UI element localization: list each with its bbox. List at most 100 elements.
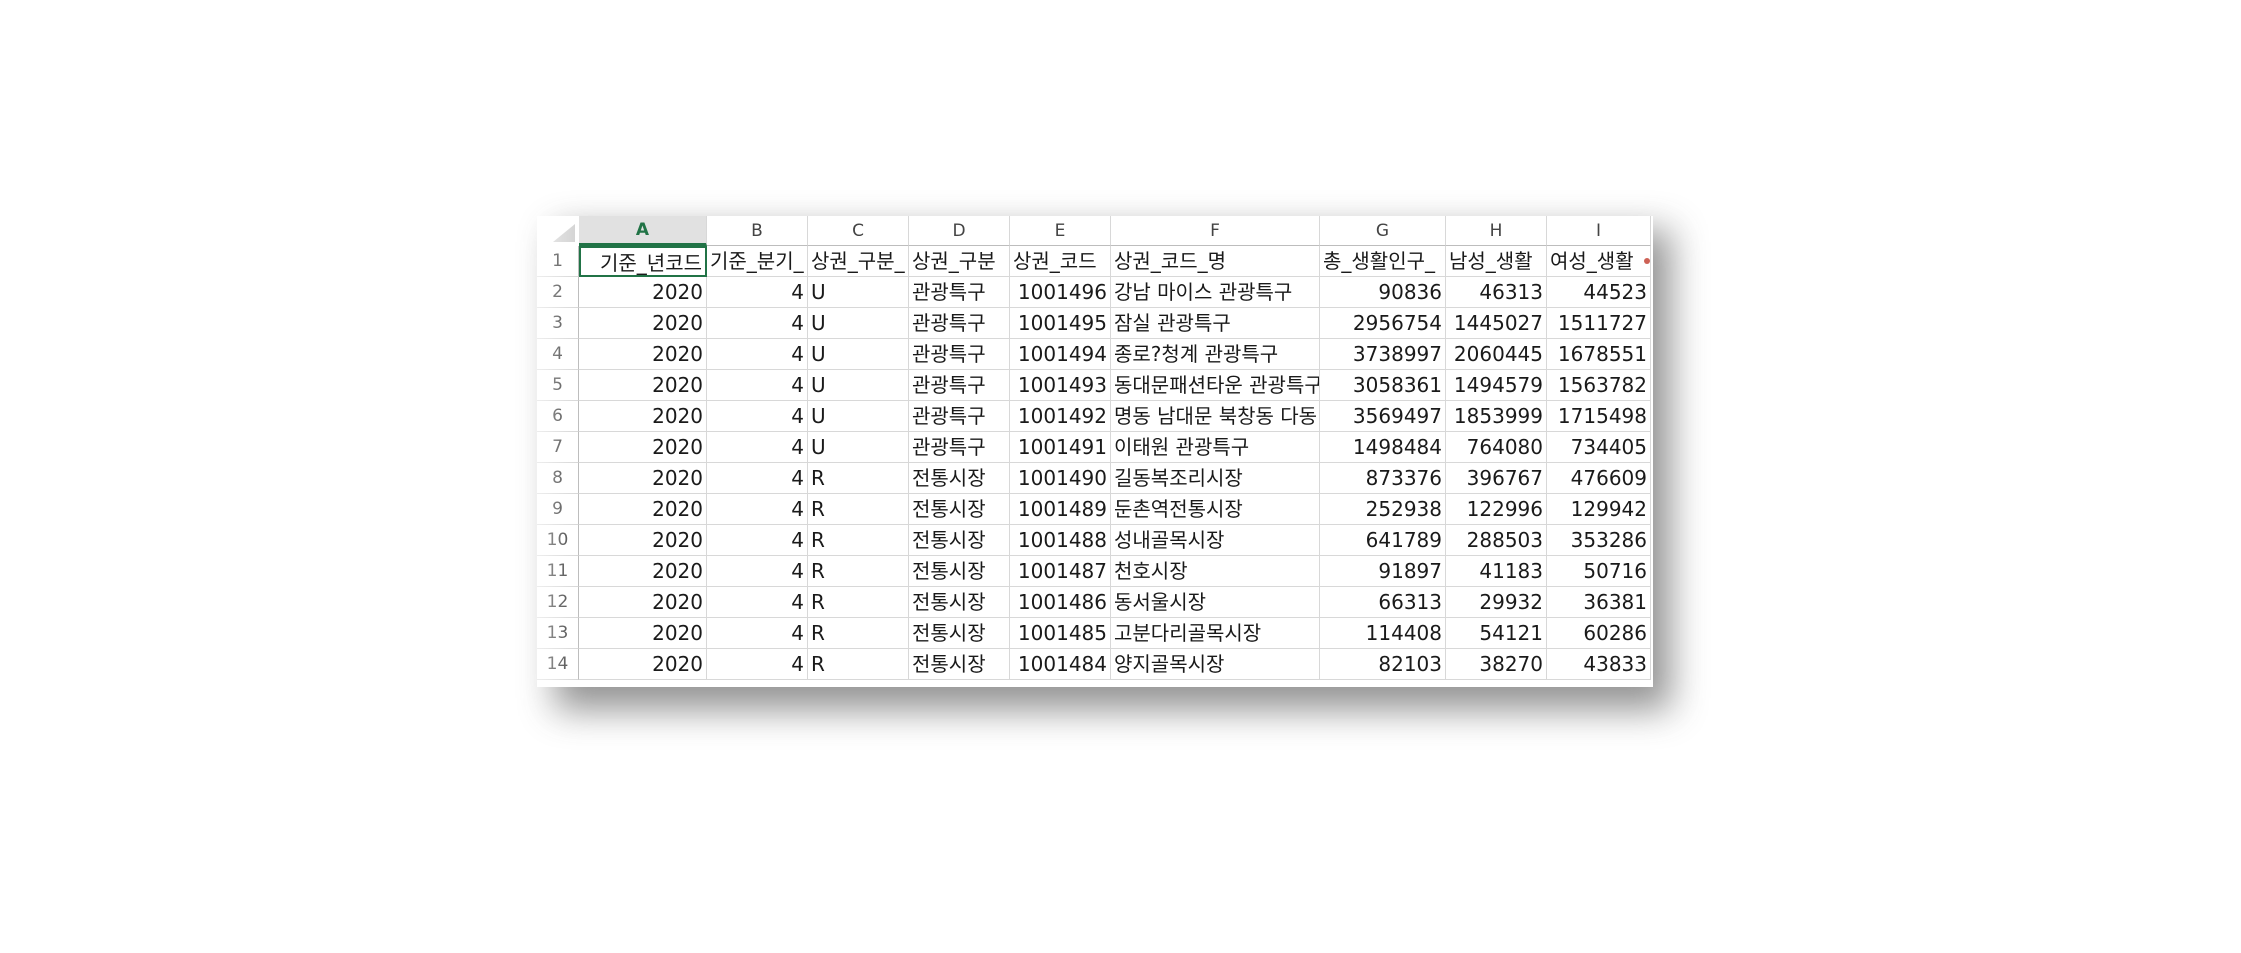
cell-b8[interactable]: 4 [707, 463, 808, 494]
cell-a4[interactable]: 2020 [579, 339, 707, 370]
cell-i4[interactable]: 1678551 [1547, 339, 1651, 370]
select-all-corner[interactable] [537, 216, 579, 246]
cell-f12[interactable]: 동서울시장 [1111, 587, 1320, 618]
column-header-f[interactable]: F [1111, 216, 1320, 246]
header-cell-e[interactable]: 상권_코드 [1010, 246, 1111, 277]
cell-g3[interactable]: 2956754 [1320, 308, 1446, 339]
cell-e4[interactable]: 1001494 [1010, 339, 1111, 370]
cell-i11[interactable]: 50716 [1547, 556, 1651, 587]
cell-c10[interactable]: R [808, 525, 909, 556]
header-cell-a[interactable]: 기준_년코드 [579, 246, 707, 277]
header-cell-f[interactable]: 상권_코드_명 [1111, 246, 1320, 277]
cell-f8[interactable]: 길동복조리시장 [1111, 463, 1320, 494]
row-header-4[interactable]: 4 [537, 339, 579, 370]
cell-i5[interactable]: 1563782 [1547, 370, 1651, 401]
row-header-14[interactable]: 14 [537, 649, 579, 680]
cell-g7[interactable]: 1498484 [1320, 432, 1446, 463]
cell-f5[interactable]: 동대문패션타운 관광특구 [1111, 370, 1320, 401]
row-header-11[interactable]: 11 [537, 556, 579, 587]
cell-d3[interactable]: 관광특구 [909, 308, 1010, 339]
row-header-12[interactable]: 12 [537, 587, 579, 618]
cell-e9[interactable]: 1001489 [1010, 494, 1111, 525]
row-header-5[interactable]: 5 [537, 370, 579, 401]
cell-i9[interactable]: 129942 [1547, 494, 1651, 525]
cell-c2[interactable]: U [808, 277, 909, 308]
cell-e8[interactable]: 1001490 [1010, 463, 1111, 494]
cell-f10[interactable]: 성내골목시장 [1111, 525, 1320, 556]
cell-h9[interactable]: 122996 [1446, 494, 1547, 525]
row-header-10[interactable]: 10 [537, 525, 579, 556]
column-header-e[interactable]: E [1010, 216, 1111, 246]
cell-f2[interactable]: 강남 마이스 관광특구 [1111, 277, 1320, 308]
cell-g14[interactable]: 82103 [1320, 649, 1446, 680]
row-header-9[interactable]: 9 [537, 494, 579, 525]
column-header-a[interactable]: A [579, 216, 707, 246]
cell-a7[interactable]: 2020 [579, 432, 707, 463]
cell-b14[interactable]: 4 [707, 649, 808, 680]
cell-c4[interactable]: U [808, 339, 909, 370]
cell-h2[interactable]: 46313 [1446, 277, 1547, 308]
cell-i3[interactable]: 1511727 [1547, 308, 1651, 339]
cell-h12[interactable]: 29932 [1446, 587, 1547, 618]
cell-c12[interactable]: R [808, 587, 909, 618]
cell-b6[interactable]: 4 [707, 401, 808, 432]
cell-i12[interactable]: 36381 [1547, 587, 1651, 618]
cell-b11[interactable]: 4 [707, 556, 808, 587]
cell-e6[interactable]: 1001492 [1010, 401, 1111, 432]
cell-a3[interactable]: 2020 [579, 308, 707, 339]
cell-d8[interactable]: 전통시장 [909, 463, 1010, 494]
cell-e11[interactable]: 1001487 [1010, 556, 1111, 587]
cell-d6[interactable]: 관광특구 [909, 401, 1010, 432]
cell-g4[interactable]: 3738997 [1320, 339, 1446, 370]
cell-i10[interactable]: 353286 [1547, 525, 1651, 556]
cell-a2[interactable]: 2020 [579, 277, 707, 308]
cell-i7[interactable]: 734405 [1547, 432, 1651, 463]
cell-d12[interactable]: 전통시장 [909, 587, 1010, 618]
cell-f3[interactable]: 잠실 관광특구 [1111, 308, 1320, 339]
cell-f14[interactable]: 양지골목시장 [1111, 649, 1320, 680]
cell-d11[interactable]: 전통시장 [909, 556, 1010, 587]
cell-c11[interactable]: R [808, 556, 909, 587]
cell-c6[interactable]: U [808, 401, 909, 432]
cell-e14[interactable]: 1001484 [1010, 649, 1111, 680]
cell-d10[interactable]: 전통시장 [909, 525, 1010, 556]
cell-c3[interactable]: U [808, 308, 909, 339]
header-cell-i[interactable]: 여성_생활 [1547, 246, 1651, 277]
cell-h14[interactable]: 38270 [1446, 649, 1547, 680]
cell-g12[interactable]: 66313 [1320, 587, 1446, 618]
cell-a14[interactable]: 2020 [579, 649, 707, 680]
cell-e5[interactable]: 1001493 [1010, 370, 1111, 401]
row-header-7[interactable]: 7 [537, 432, 579, 463]
cell-b9[interactable]: 4 [707, 494, 808, 525]
cell-a12[interactable]: 2020 [579, 587, 707, 618]
cell-c7[interactable]: U [808, 432, 909, 463]
cell-i13[interactable]: 60286 [1547, 618, 1651, 649]
cell-c14[interactable]: R [808, 649, 909, 680]
cell-d5[interactable]: 관광특구 [909, 370, 1010, 401]
cell-e7[interactable]: 1001491 [1010, 432, 1111, 463]
cell-a11[interactable]: 2020 [579, 556, 707, 587]
cell-h11[interactable]: 41183 [1446, 556, 1547, 587]
cell-i2[interactable]: 44523 [1547, 277, 1651, 308]
header-cell-d[interactable]: 상권_구분 [909, 246, 1010, 277]
cell-c8[interactable]: R [808, 463, 909, 494]
cell-g6[interactable]: 3569497 [1320, 401, 1446, 432]
cell-b13[interactable]: 4 [707, 618, 808, 649]
cell-f4[interactable]: 종로?청계 관광특구 [1111, 339, 1320, 370]
header-cell-c[interactable]: 상권_구분_ [808, 246, 909, 277]
header-cell-b[interactable]: 기준_분기_ [707, 246, 808, 277]
cell-b3[interactable]: 4 [707, 308, 808, 339]
cell-d13[interactable]: 전통시장 [909, 618, 1010, 649]
cell-f11[interactable]: 천호시장 [1111, 556, 1320, 587]
cell-i8[interactable]: 476609 [1547, 463, 1651, 494]
cell-f7[interactable]: 이태원 관광특구 [1111, 432, 1320, 463]
cell-d7[interactable]: 관광특구 [909, 432, 1010, 463]
cell-e12[interactable]: 1001486 [1010, 587, 1111, 618]
row-header-13[interactable]: 13 [537, 618, 579, 649]
cell-d2[interactable]: 관광특구 [909, 277, 1010, 308]
cell-b5[interactable]: 4 [707, 370, 808, 401]
column-header-c[interactable]: C [808, 216, 909, 246]
cell-h3[interactable]: 1445027 [1446, 308, 1547, 339]
cell-b12[interactable]: 4 [707, 587, 808, 618]
cell-a13[interactable]: 2020 [579, 618, 707, 649]
